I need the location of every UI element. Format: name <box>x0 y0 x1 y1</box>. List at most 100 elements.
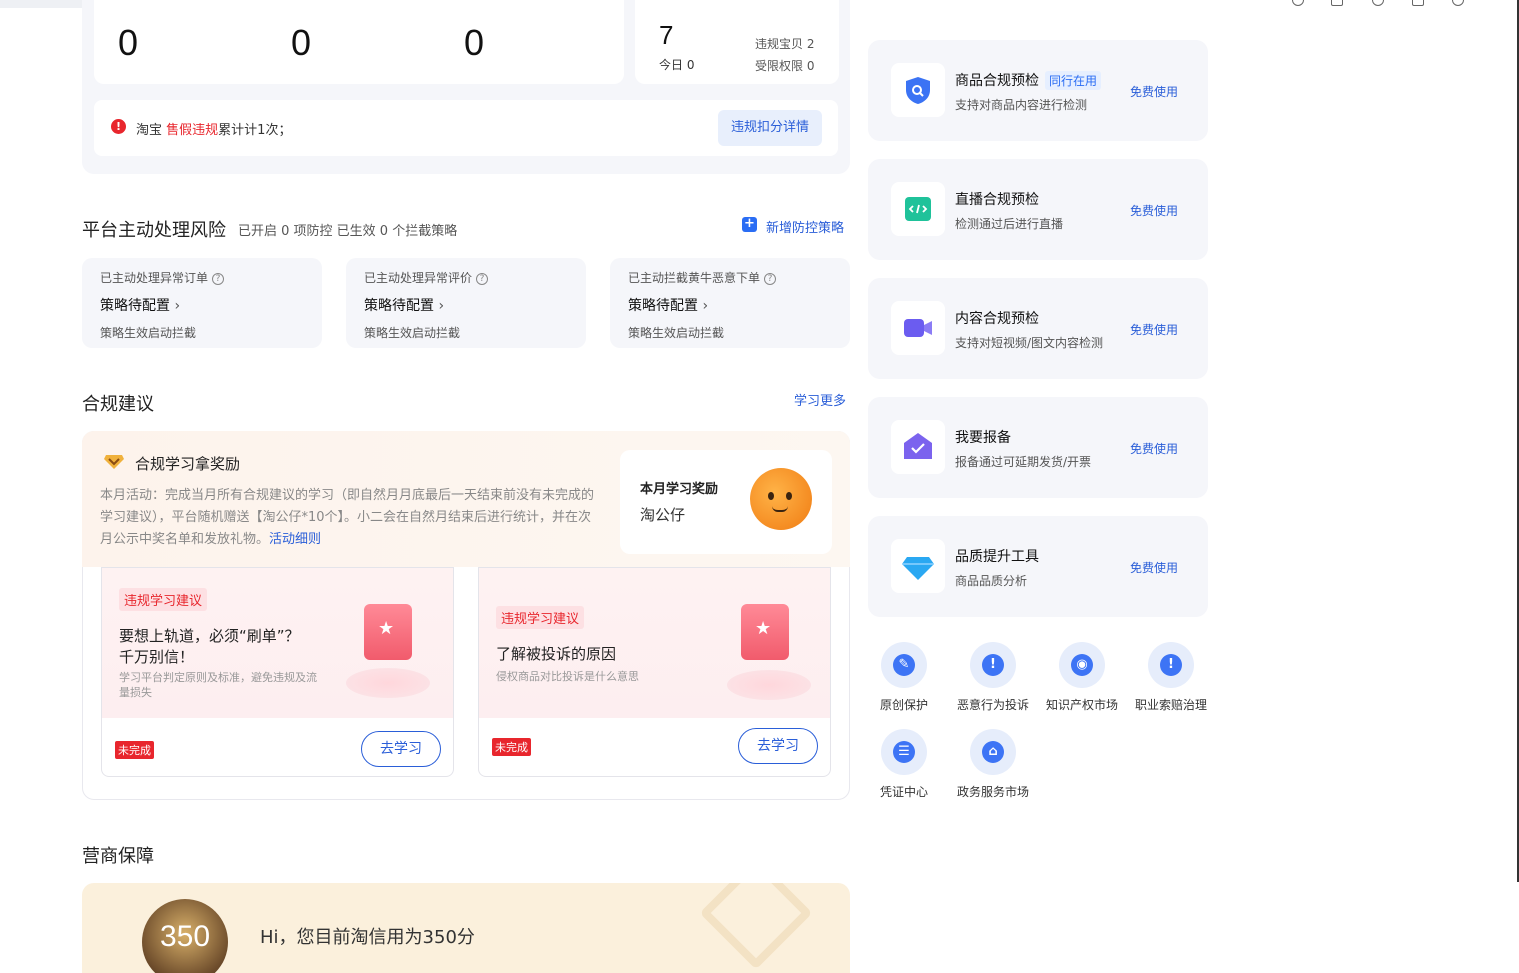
tool-name: 直播合规预检 <box>955 192 1039 208</box>
tool-card[interactable]: 品质提升工具 商品品质分析 免费使用 <box>868 516 1208 617</box>
mascot-image <box>750 468 812 530</box>
learn-more-link[interactable]: 学习更多 <box>794 390 846 409</box>
book-icon <box>741 604 789 660</box>
free-use-link[interactable]: 免费使用 <box>1130 202 1178 219</box>
tool-desc: 检测通过后进行直播 <box>955 217 1064 231</box>
quick-link-label[interactable]: 恶意行为投诉 <box>948 696 1038 713</box>
rules-link[interactable]: 活动细则 <box>269 532 321 547</box>
credit-score: 350 <box>142 899 228 973</box>
video-icon <box>891 301 945 355</box>
bulb-icon[interactable]: ◉ <box>1059 642 1105 688</box>
tool-card[interactable]: 内容合规预检 支持对短视频/图文内容检测 免费使用 <box>868 278 1208 379</box>
stats-box <box>94 0 624 84</box>
violation-items: 违规宝贝 2 <box>755 37 815 51</box>
help-icon[interactable]: ? <box>212 273 225 285</box>
risk-card[interactable]: 已主动拦截黄牛恶意下单? 策略待配置 › 策略生效启动拦截 <box>610 258 850 348</box>
add-strategy-link[interactable]: 新增防控策略 <box>766 217 844 236</box>
diamond-icon <box>891 539 945 593</box>
bank-icon[interactable]: ⌂ <box>970 729 1016 775</box>
guarantee-section-title: 营商保障 <box>82 846 154 867</box>
toolbar-icon[interactable] <box>1331 0 1343 6</box>
risk-card-note: 策略生效启动拦截 <box>100 326 197 340</box>
go-study-button[interactable]: 去学习 <box>361 731 441 767</box>
toolbar-icon[interactable] <box>1372 0 1384 6</box>
tool-card[interactable]: 直播合规预检 检测通过后进行直播 免费使用 <box>868 159 1208 260</box>
tool-desc: 商品品质分析 <box>955 574 1028 588</box>
diamond-icon <box>104 453 124 469</box>
tool-name: 品质提升工具 <box>955 549 1039 565</box>
risk-card-note: 策略生效启动拦截 <box>364 326 461 340</box>
pedestal-image <box>727 670 811 700</box>
toolbar-icon[interactable] <box>1412 0 1424 6</box>
study-desc: 学习平台判定原则及标准，避免违规及流 <box>119 671 317 684</box>
violation-count: 7 <box>659 20 674 50</box>
study-title: 了解被投诉的原因 <box>496 645 617 663</box>
risk-card-status: 策略待配置 <box>100 298 170 314</box>
monthly-reward-item: 淘公仔 <box>640 506 686 524</box>
free-use-link[interactable]: 免费使用 <box>1130 559 1178 576</box>
toolbar-icon[interactable] <box>1452 0 1464 6</box>
decorative-shape <box>699 883 813 970</box>
restricted-rights: 受限权限 0 <box>755 59 815 73</box>
shield-search-icon <box>891 63 945 117</box>
pedestal-image <box>346 668 430 698</box>
risk-card-label: 已主动拦截黄牛恶意下单 <box>628 271 761 285</box>
today-count: 今日 0 <box>659 58 695 72</box>
quick-link-label[interactable]: 知识产权市场 <box>1037 696 1127 713</box>
alert-icon[interactable]: ! <box>970 642 1016 688</box>
risk-card[interactable]: 已主动处理异常评价? 策略待配置 › 策略生效启动拦截 <box>346 258 586 348</box>
quick-link-label[interactable]: 原创保护 <box>859 696 949 713</box>
chevron-right-icon: › <box>438 298 445 314</box>
risk-card-note: 策略生效启动拦截 <box>628 326 725 340</box>
violation-detail-button[interactable]: 违规扣分详情 <box>718 110 822 146</box>
book-icon <box>364 604 412 660</box>
go-study-button[interactable]: 去学习 <box>738 728 818 764</box>
risk-card[interactable]: 已主动处理异常订单? 策略待配置 › 策略生效启动拦截 <box>82 258 322 348</box>
credit-banner: 350 Hi，您目前淘信用为350分 <box>82 883 850 973</box>
help-icon[interactable]: ? <box>764 273 777 285</box>
risk-card-label: 已主动处理异常评价 <box>364 271 473 285</box>
ticket-icon[interactable]: ☰ <box>881 729 927 775</box>
pen-icon[interactable]: ✎ <box>881 642 927 688</box>
study-desc: 量损失 <box>119 686 152 699</box>
house-check-icon <box>891 420 945 474</box>
risk-card-status: 策略待配置 <box>628 298 698 314</box>
status-badge: 未完成 <box>492 738 531 756</box>
free-use-link[interactable]: 免费使用 <box>1130 440 1178 457</box>
credit-message: Hi，您目前淘信用为350分 <box>260 927 475 948</box>
tool-name: 商品合规预检 同行在用 <box>955 70 1102 90</box>
risk-section-title: 平台主动处理风险 <box>82 220 226 241</box>
tool-card[interactable]: 商品合规预检 同行在用 支持对商品内容进行检测 免费使用 <box>868 40 1208 141</box>
tool-desc: 报备通过可延期发货/开票 <box>955 455 1092 469</box>
chevron-right-icon: › <box>702 298 709 314</box>
violation-count-box[interactable]: 7 今日 0 违规宝贝 2 受限权限 0 <box>635 0 839 84</box>
monthly-reward-label: 本月学习奖励 <box>640 482 719 497</box>
help-icon[interactable]: ? <box>476 273 489 285</box>
study-title: 要想上轨道，必须“刷单”？ <box>119 627 300 645</box>
stat-value: 0 <box>291 22 312 63</box>
quick-link-label[interactable]: 凭证中心 <box>859 783 949 800</box>
tool-name: 我要报备 <box>955 430 1011 446</box>
plus-icon[interactable]: + <box>742 217 757 232</box>
activity-text: 本月活动：完成当月所有合规建议的学习（即自然月月底最后一天结束前没有未完成的学习… <box>100 488 595 547</box>
tool-card[interactable]: 我要报备 报备通过可延期发货/开票 免费使用 <box>868 397 1208 498</box>
study-card[interactable]: 违规学习建议 要想上轨道，必须“刷单”？ 千万别信！ 学习平台判定原则及标准，避… <box>101 567 454 777</box>
tool-name: 内容合规预检 <box>955 311 1039 327</box>
chevron-right-icon: › <box>174 298 181 314</box>
tool-desc: 支持对商品内容进行检测 <box>955 98 1088 112</box>
quick-link-label[interactable]: 职业索赔治理 <box>1126 696 1216 713</box>
free-use-link[interactable]: 免费使用 <box>1130 83 1178 100</box>
compliance-section-title: 合规建议 <box>82 394 154 415</box>
quick-link-label[interactable]: 政务服务市场 <box>948 783 1038 800</box>
free-use-link[interactable]: 免费使用 <box>1130 321 1178 338</box>
monthly-reward-card: 本月学习奖励 淘公仔 <box>620 450 832 554</box>
alert-icon: ! <box>111 119 126 134</box>
risk-card-status: 策略待配置 <box>364 298 434 314</box>
risk-card-label: 已主动处理异常订单 <box>100 271 209 285</box>
alert-icon[interactable]: ! <box>1148 642 1194 688</box>
study-title: 千万别信！ <box>119 648 195 666</box>
toolbar-icon[interactable] <box>1292 0 1304 6</box>
study-card[interactable]: 违规学习建议 了解被投诉的原因 侵权商品对比投诉是什么意思 未完成 去学习 <box>478 567 831 777</box>
tool-desc: 支持对短视频/图文内容检测 <box>955 336 1104 350</box>
code-icon <box>891 182 945 236</box>
